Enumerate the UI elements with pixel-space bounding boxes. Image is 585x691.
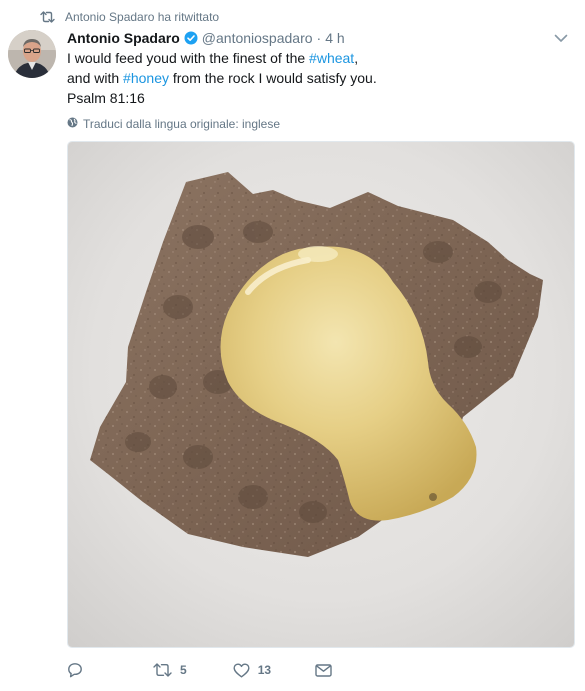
author-handle[interactable]: @antoniospadaro [202,30,313,46]
tweet-text-segment: from the rock I would satisfy you. [168,70,377,86]
tweet-text-line-3: Psalm 81:16 [67,90,145,106]
reply-icon [67,662,83,678]
retweet-context-label[interactable]: Antonio Spadaro ha ritwittato [65,10,219,24]
globe-icon [67,117,78,131]
tweet-header: Antonio Spadaro @antoniospadaro · 4 h [67,28,345,48]
direct-message-button[interactable] [315,663,332,677]
header-separator: · [316,30,322,46]
retweet-icon [40,11,55,23]
tweet-photo[interactable] [67,141,575,648]
chevron-down-icon[interactable] [553,30,569,46]
translate-tweet-link[interactable]: Traduci dalla lingua originale: inglese [67,116,280,132]
tweet-timestamp[interactable]: 4 h [325,30,344,46]
tweet-actions: 5 13 [67,660,332,680]
retweet-button[interactable]: 5 [153,663,187,677]
tweet-text-line-2: and with #honey from the rock I would sa… [67,68,567,88]
tweet-text-segment: and with [67,70,124,86]
retweet-icon [153,663,172,677]
reply-button[interactable] [67,662,91,678]
tweet-text: I would feed youd with the finest of the… [67,48,567,108]
like-count: 13 [257,663,272,677]
translate-label: Traduci dalla lingua originale: inglese [83,117,281,131]
retweet-count: 5 [180,663,187,677]
heart-icon [233,663,250,678]
avatar[interactable] [8,30,56,78]
tweet-text-segment: , [354,50,359,66]
verified-badge-icon [184,31,198,45]
tweet[interactable]: Antonio Spadaro ha ritwittato Antonio Sp… [0,0,585,691]
like-button[interactable]: 13 [233,663,271,678]
tweet-text-line-1: I would feed youd with the finest of the… [67,48,567,68]
retweet-context: Antonio Spadaro ha ritwittato [40,8,219,26]
tweet-text-segment: I would feed youd with the finest of the [67,50,310,66]
author-display-name[interactable]: Antonio Spadaro [67,30,180,46]
hashtag-honey-link[interactable]: #honey [123,70,169,86]
hashtag-wheat-link[interactable]: #wheat [309,50,354,66]
envelope-icon [315,663,332,677]
